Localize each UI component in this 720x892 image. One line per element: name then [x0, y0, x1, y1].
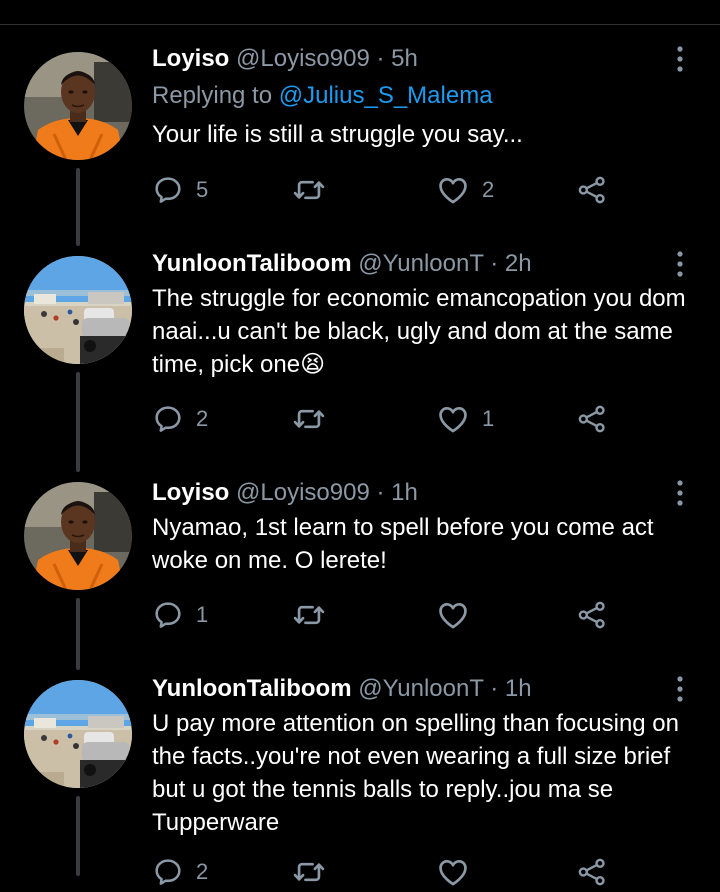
share-button[interactable] — [576, 595, 608, 635]
share-button[interactable] — [576, 170, 608, 210]
more-options-button[interactable] — [668, 478, 692, 508]
retweet-icon — [292, 173, 326, 207]
display-name[interactable]: Loyiso — [152, 45, 229, 72]
timestamp[interactable]: 2h — [505, 250, 532, 277]
reply-button[interactable]: 2 — [152, 399, 208, 439]
action-bar: 2 — [152, 852, 622, 892]
tweet-header: Loyiso @Loyiso909 · 5h — [152, 44, 418, 74]
reply-icon — [152, 403, 184, 435]
retweet-button[interactable] — [292, 595, 338, 635]
avatar-image-icon — [24, 52, 132, 160]
action-bar: 5 2 — [152, 170, 622, 210]
retweet-icon — [292, 598, 326, 632]
separator-dot: · — [376, 45, 385, 72]
tweet-header: Loyiso @Loyiso909 · 1h — [152, 478, 418, 508]
user-handle[interactable]: @Loyiso909 — [236, 479, 370, 506]
reply-count: 1 — [196, 602, 209, 627]
avatar-image-icon — [24, 482, 132, 590]
timestamp[interactable]: 5h — [391, 45, 418, 72]
retweet-button[interactable] — [292, 399, 338, 439]
heart-icon — [436, 855, 470, 889]
reply-count: 5 — [196, 177, 209, 202]
retweet-icon — [292, 855, 326, 889]
like-button[interactable] — [436, 595, 482, 635]
like-count: 2 — [482, 177, 495, 202]
more-options-button[interactable] — [668, 249, 692, 279]
replying-to-label: Replying to — [152, 82, 279, 109]
retweet-button[interactable] — [292, 170, 338, 210]
more-options-button[interactable] — [668, 674, 692, 704]
tweet-text: Your life is still a struggle you say... — [152, 121, 523, 148]
reply-icon — [152, 599, 184, 631]
avatar[interactable] — [24, 680, 132, 788]
top-divider — [0, 24, 720, 25]
timestamp[interactable]: 1h — [505, 675, 532, 702]
retweet-button[interactable] — [292, 852, 338, 892]
user-handle[interactable]: @Loyiso909 — [236, 45, 370, 72]
heart-icon — [436, 173, 470, 207]
mention-link[interactable]: @Julius_S_Malema — [279, 82, 493, 109]
reply-button[interactable]: 5 — [152, 170, 208, 210]
like-button[interactable]: 1 — [436, 399, 494, 439]
tweet-text: The struggle for economic emancopation y… — [152, 285, 686, 378]
share-icon — [576, 403, 608, 435]
heart-icon — [436, 402, 470, 436]
avatar[interactable] — [24, 256, 132, 364]
tweet-text: U pay more attention on spelling than fo… — [152, 710, 680, 836]
more-vertical-icon — [668, 44, 692, 74]
display-name[interactable]: YunloonTaliboom — [152, 250, 352, 277]
more-vertical-icon — [668, 674, 692, 704]
like-button[interactable]: 2 — [436, 170, 494, 210]
more-vertical-icon — [668, 478, 692, 508]
avatar[interactable] — [24, 52, 132, 160]
share-button[interactable] — [576, 852, 608, 892]
reply-icon — [152, 174, 184, 206]
user-handle[interactable]: @YunloonT — [358, 250, 483, 277]
separator-dot: · — [490, 675, 499, 702]
reply-button[interactable]: 1 — [152, 595, 208, 635]
separator-dot: · — [490, 250, 499, 277]
avatar-image-icon — [24, 680, 132, 788]
tweet-header: YunloonTaliboom @YunloonT · 1h — [152, 674, 532, 704]
more-options-button[interactable] — [668, 44, 692, 74]
replying-to: Replying to @Julius_S_Malema — [152, 81, 493, 111]
heart-icon — [436, 598, 470, 632]
tweet-header: YunloonTaliboom @YunloonT · 2h — [152, 249, 532, 279]
like-button[interactable] — [436, 852, 482, 892]
action-bar: 2 1 — [152, 399, 622, 439]
separator-dot: · — [376, 479, 385, 506]
avatar[interactable] — [24, 482, 132, 590]
thread-line — [76, 372, 80, 472]
tweet-text: Nyamao, 1st learn to spell before you co… — [152, 514, 654, 574]
timestamp[interactable]: 1h — [391, 479, 418, 506]
thread-line — [76, 598, 80, 670]
reply-count: 2 — [196, 859, 209, 884]
share-button[interactable] — [576, 399, 608, 439]
like-count: 1 — [482, 406, 495, 431]
retweet-icon — [292, 402, 326, 436]
display-name[interactable]: YunloonTaliboom — [152, 675, 352, 702]
reply-icon — [152, 856, 184, 888]
display-name[interactable]: Loyiso — [152, 479, 229, 506]
avatar-image-icon — [24, 256, 132, 364]
reply-button[interactable]: 2 — [152, 852, 208, 892]
thread-line — [76, 168, 80, 246]
action-bar: 1 — [152, 595, 622, 635]
more-vertical-icon — [668, 249, 692, 279]
share-icon — [576, 599, 608, 631]
share-icon — [576, 174, 608, 206]
user-handle[interactable]: @YunloonT — [358, 675, 483, 702]
thread-line — [76, 796, 80, 876]
share-icon — [576, 856, 608, 888]
reply-count: 2 — [196, 406, 209, 431]
